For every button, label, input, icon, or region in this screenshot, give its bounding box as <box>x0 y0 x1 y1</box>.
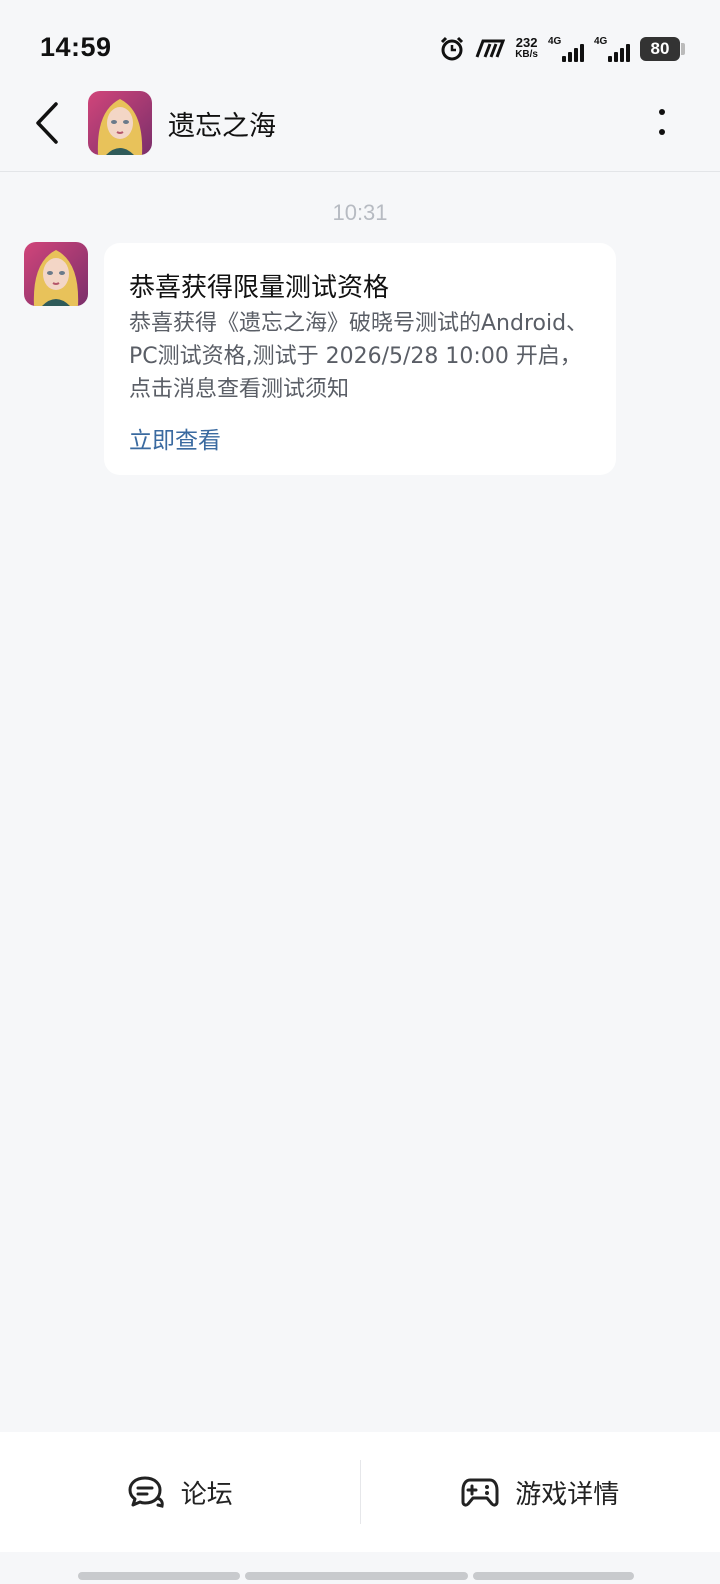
forum-button[interactable]: 论坛 <box>0 1432 360 1552</box>
signal-icon-2: 4G <box>594 36 630 62</box>
app-m-icon <box>475 39 506 58</box>
status-time: 14:59 <box>40 32 112 62</box>
status-bar: 14:59 232 KB/s 4G 4G 80 <box>0 0 720 90</box>
chat-header: 遗忘之海 <box>0 90 720 172</box>
nav-hint-center <box>245 1572 468 1580</box>
speed-value: 232 <box>515 35 538 50</box>
signal-icon: 4G <box>548 36 584 62</box>
sim2-label: 4G <box>594 36 608 47</box>
network-speed: 232 KB/s <box>515 35 538 61</box>
forum-label: 论坛 <box>180 1479 233 1510</box>
view-now-link[interactable]: 立即查看 <box>129 421 221 455</box>
chat-bubble-icon <box>128 1476 164 1508</box>
speed-unit: KB/s <box>515 49 538 60</box>
game-details-button[interactable]: 游戏详情 <box>361 1432 720 1552</box>
message-body: 恭喜获得《遗忘之海》破晓号测试的Android、PC测试资格,测试于 2026/… <box>129 311 589 402</box>
status-icons: 232 KB/s 4G 4G 80 <box>439 34 685 64</box>
game-details-label: 游戏详情 <box>515 1479 620 1510</box>
nav-hint-left <box>78 1572 240 1580</box>
game-avatar[interactable] <box>88 91 152 155</box>
sender-avatar[interactable] <box>24 242 88 306</box>
bottom-bar: 论坛 游戏详情 <box>0 1432 720 1552</box>
sim1-label: 4G <box>548 36 562 47</box>
alarm-icon <box>441 36 464 61</box>
more-vertical-icon[interactable] <box>652 102 672 142</box>
gamepad-icon <box>461 1478 499 1507</box>
chevron-left-icon[interactable] <box>30 100 66 146</box>
message-title: 恭喜获得限量测试资格 <box>129 273 390 303</box>
page-title: 遗忘之海 <box>168 111 276 142</box>
message-card[interactable]: 恭喜获得限量测试资格 恭喜获得《遗忘之海》破晓号测试的Android、PC测试资… <box>104 243 616 475</box>
battery-icon: 80 <box>640 37 685 61</box>
message-timestamp: 10:31 <box>332 200 388 225</box>
nav-hint-right <box>473 1572 634 1580</box>
